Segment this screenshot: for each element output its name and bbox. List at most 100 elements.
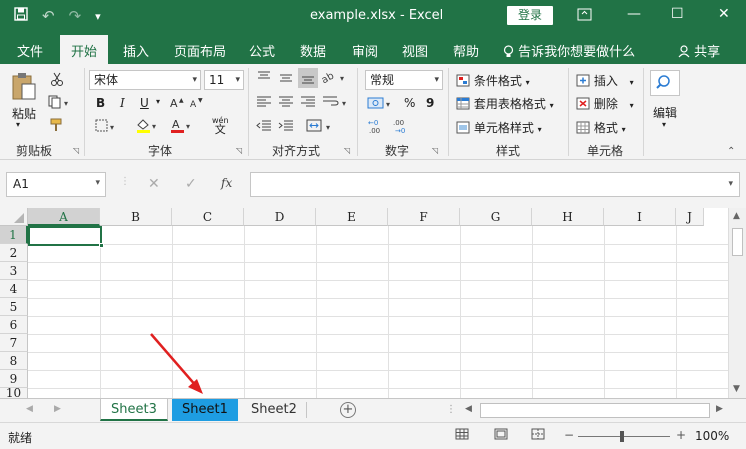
tab-review[interactable]: 审阅 <box>352 41 378 60</box>
border-icon[interactable]: ▾ <box>95 119 119 136</box>
sheet-tab-sheet2[interactable]: Sheet2 <box>241 399 307 421</box>
row-header-9[interactable]: 9 <box>0 370 28 388</box>
tab-data[interactable]: 数据 <box>300 41 326 60</box>
delete-cells-button[interactable]: 删除 ▾ <box>576 95 634 112</box>
editing-dropdown-icon[interactable]: ▾ <box>662 120 666 129</box>
percent-button[interactable]: % <box>404 96 415 110</box>
align-left-icon[interactable] <box>256 95 272 112</box>
column-header-e[interactable]: E <box>316 208 388 226</box>
underline-button[interactable]: U <box>140 96 149 110</box>
scroll-left-icon[interactable]: ◀ <box>465 404 472 414</box>
expand-formula-icon[interactable]: ▾ <box>728 179 733 189</box>
customize-qat-icon[interactable]: ▾ <box>95 10 101 23</box>
active-cell[interactable] <box>28 226 104 248</box>
restore-button[interactable]: ☐ <box>671 6 684 22</box>
zoom-level[interactable]: 100% <box>695 429 729 443</box>
share-button[interactable]: 共享 <box>678 41 720 60</box>
comma-style-button[interactable]: 9 <box>426 96 434 110</box>
alignment-launcher-icon[interactable]: ◹ <box>344 146 350 155</box>
cancel-entry-icon[interactable]: ✕ <box>148 176 160 192</box>
scroll-right-icon[interactable]: ▶ <box>716 404 723 414</box>
row-header-10[interactable]: 10 <box>0 388 28 398</box>
fill-color-icon[interactable]: ▾ <box>136 118 160 137</box>
column-header-g[interactable]: G <box>460 208 532 226</box>
zoom-in-button[interactable]: + <box>676 428 686 442</box>
decrease-decimal-icon[interactable]: .00 →0 <box>393 118 411 137</box>
italic-button[interactable]: I <box>120 96 125 110</box>
row-header-7[interactable]: 7 <box>0 334 28 352</box>
scroll-down-icon[interactable]: ▼ <box>733 384 740 394</box>
orientation-icon[interactable]: ab ▾ <box>320 69 350 88</box>
tell-me-box[interactable]: 告诉我你想要做什么 <box>503 41 635 60</box>
increase-indent-icon[interactable] <box>278 119 294 136</box>
editing-button[interactable] <box>650 70 680 96</box>
scroll-thumb[interactable] <box>732 228 743 256</box>
decrease-font-icon[interactable]: A ▼ <box>190 96 204 111</box>
underline-dropdown-icon[interactable]: ▾ <box>156 97 160 106</box>
column-header-c[interactable]: C <box>172 208 244 226</box>
tab-formulas[interactable]: 公式 <box>249 41 275 60</box>
font-size-select[interactable]: 11 ▾ <box>204 70 244 90</box>
cut-icon[interactable] <box>50 72 64 89</box>
tab-insert[interactable]: 插入 <box>123 41 149 60</box>
formula-input[interactable]: ▾ <box>250 172 740 197</box>
row-header-8[interactable]: 8 <box>0 352 28 370</box>
next-sheet-icon[interactable]: ▶ <box>54 404 61 414</box>
normal-view-icon[interactable] <box>455 428 469 444</box>
column-header-b[interactable]: B <box>100 208 172 226</box>
add-sheet-icon[interactable]: + <box>340 402 356 418</box>
tab-view[interactable]: 视图 <box>402 41 428 60</box>
column-header-a[interactable]: A <box>28 208 100 226</box>
prev-sheet-icon[interactable]: ◀ <box>26 404 33 414</box>
insert-cells-button[interactable]: 插入 ▾ <box>576 72 634 89</box>
decrease-indent-icon[interactable] <box>256 119 272 136</box>
horizontal-scroll-thumb[interactable] <box>480 403 710 418</box>
format-cells-button[interactable]: 格式 ▾ <box>576 119 626 136</box>
sheet-tab-sheet1[interactable]: Sheet1 <box>172 399 238 421</box>
sheet-tab-sheet3[interactable]: Sheet3 <box>100 399 168 421</box>
font-name-select[interactable]: 宋体 ▾ <box>89 70 201 90</box>
minimize-button[interactable]: — <box>627 6 641 22</box>
copy-icon[interactable]: ▾ <box>48 95 72 112</box>
paste-dropdown-icon[interactable]: ▾ <box>16 120 20 129</box>
zoom-out-button[interactable]: − <box>564 428 574 442</box>
undo-icon[interactable]: ↶ <box>42 7 55 25</box>
confirm-entry-icon[interactable]: ✓ <box>185 176 197 192</box>
close-button[interactable]: ✕ <box>718 6 730 22</box>
zoom-slider-thumb[interactable] <box>620 431 624 442</box>
increase-decimal-icon[interactable]: ←0.00 <box>368 118 386 137</box>
collapse-ribbon-icon[interactable]: ⌃ <box>727 146 735 157</box>
align-top-icon[interactable] <box>256 70 272 89</box>
worksheet-grid[interactable]: ABCDEFGHIJ 1 2 3 4 5 6 7 8 9 10 ▲ ▼ <box>0 208 746 398</box>
insert-function-icon[interactable]: fx <box>221 176 232 190</box>
font-color-icon[interactable]: A ▾ <box>170 118 194 137</box>
save-icon[interactable] <box>14 7 28 25</box>
align-middle-icon[interactable] <box>278 70 294 89</box>
row-header-1[interactable]: 1 <box>0 226 28 244</box>
paste-button[interactable] <box>10 72 38 105</box>
select-all-corner[interactable] <box>0 208 28 226</box>
page-layout-view-icon[interactable] <box>494 428 508 444</box>
login-button[interactable]: 登录 <box>507 6 553 25</box>
column-header-h[interactable]: H <box>532 208 604 226</box>
name-box[interactable]: A1 ▾ <box>6 172 106 197</box>
row-header-4[interactable]: 4 <box>0 280 28 298</box>
redo-icon[interactable]: ↷ <box>69 7 82 25</box>
phonetic-guide-button[interactable]: wén 文 <box>212 116 229 135</box>
cell-styles-button[interactable]: 单元格样式 ▾ <box>456 119 542 136</box>
tab-home[interactable]: 开始 <box>60 35 109 64</box>
bold-button[interactable]: B <box>96 96 105 110</box>
column-header-d[interactable]: D <box>244 208 316 226</box>
increase-font-icon[interactable]: A ▲ <box>170 96 184 111</box>
number-format-select[interactable]: 常规 ▾ <box>365 70 443 90</box>
row-header-6[interactable]: 6 <box>0 316 28 334</box>
align-right-icon[interactable] <box>300 95 316 112</box>
horizontal-scrollbar[interactable]: ◀ ▶ <box>462 403 728 418</box>
split-handle-icon[interactable]: ⋮ <box>446 404 456 415</box>
merge-center-icon[interactable]: ▾ <box>306 119 336 136</box>
row-header-3[interactable]: 3 <box>0 262 28 280</box>
accounting-format-icon[interactable]: ▾ <box>367 95 395 114</box>
font-launcher-icon[interactable]: ◹ <box>236 146 242 155</box>
number-launcher-icon[interactable]: ◹ <box>432 146 438 155</box>
fill-handle[interactable] <box>99 243 104 248</box>
